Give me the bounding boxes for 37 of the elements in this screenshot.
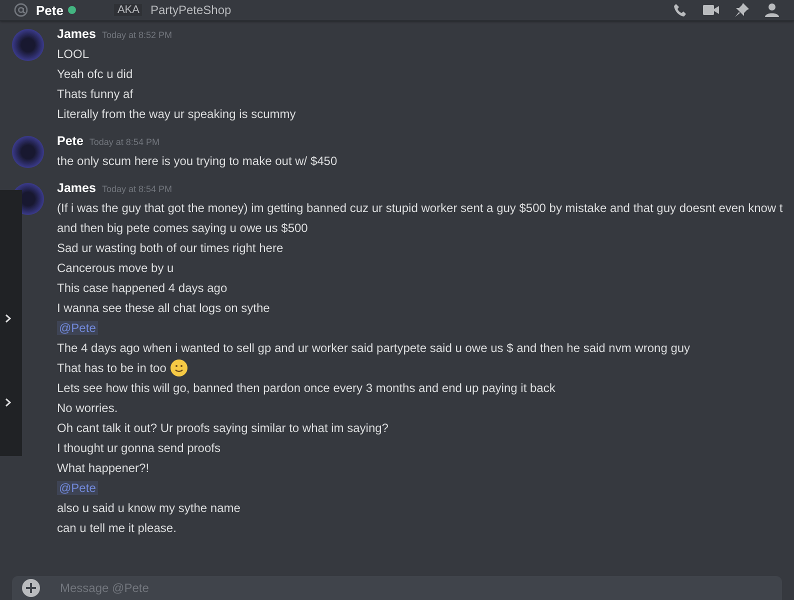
message-text: Cancerous move by u	[57, 261, 174, 275]
message-text: Yeah ofc u did	[57, 67, 133, 81]
message-text: Thats funny af	[57, 87, 134, 101]
call-icon[interactable]	[672, 2, 688, 18]
message-text: That has to be in too	[57, 360, 166, 377]
message-text: the only scum here is you trying to make out w/ $450	[57, 154, 338, 168]
message-text: I wanna see these all chat logs on sythe	[57, 301, 270, 315]
message-text: Sad ur wasting both of our times right here	[57, 241, 284, 255]
timestamp: Today at 8:54 PM	[89, 137, 160, 147]
message-text: (If i was the guy that got the money) im getting banned cuz ur stupid worker sent a guy $500 by mistake and that guy doesnt even know t	[57, 201, 783, 215]
nickname: PartyPeteShop	[150, 3, 232, 17]
message-text: The 4 days ago when i wanted to sell gp and ur worker said partypete said u owe us $ and then he said nvm wrong guy	[57, 341, 690, 355]
message-text: also u said u know my sythe name	[57, 501, 240, 515]
pin-icon[interactable]	[734, 2, 750, 18]
author-name[interactable]: James	[57, 181, 96, 195]
message-text: and then big pete comes saying u owe us $500	[57, 221, 308, 235]
channel-name: Pete	[36, 2, 64, 18]
message-text: Oh cant talk it out? Ur proofs saying similar to what im saying?	[57, 421, 388, 435]
message-text: LOOL	[57, 47, 90, 61]
timestamp: Today at 8:54 PM	[102, 184, 172, 194]
timestamp: Today at 8:52 PM	[102, 30, 172, 40]
message-text: Lets see how this will go, banned then pardon once every 3 months and end up paying it back	[57, 381, 556, 395]
author-name[interactable]: Pete	[57, 134, 84, 148]
at-sign-icon	[14, 3, 28, 17]
aka-label: AKA	[114, 4, 142, 16]
smiley-icon	[170, 359, 188, 377]
chevron-right-icon[interactable]	[5, 314, 11, 323]
chevron-right-icon[interactable]	[5, 398, 11, 407]
video-camera-icon[interactable]	[702, 3, 720, 17]
message-text: Literally from the way ur speaking is scummy	[57, 107, 296, 121]
message-text: can u tell me it please.	[57, 521, 176, 535]
message-text: What happener?!	[57, 461, 150, 475]
message-text: I thought ur gonna send proofs	[57, 441, 220, 455]
message-text: This case happened 4 days ago	[57, 281, 228, 295]
author-name[interactable]: James	[57, 27, 96, 41]
members-icon[interactable]	[764, 2, 780, 18]
message-text: No worries.	[57, 401, 118, 415]
